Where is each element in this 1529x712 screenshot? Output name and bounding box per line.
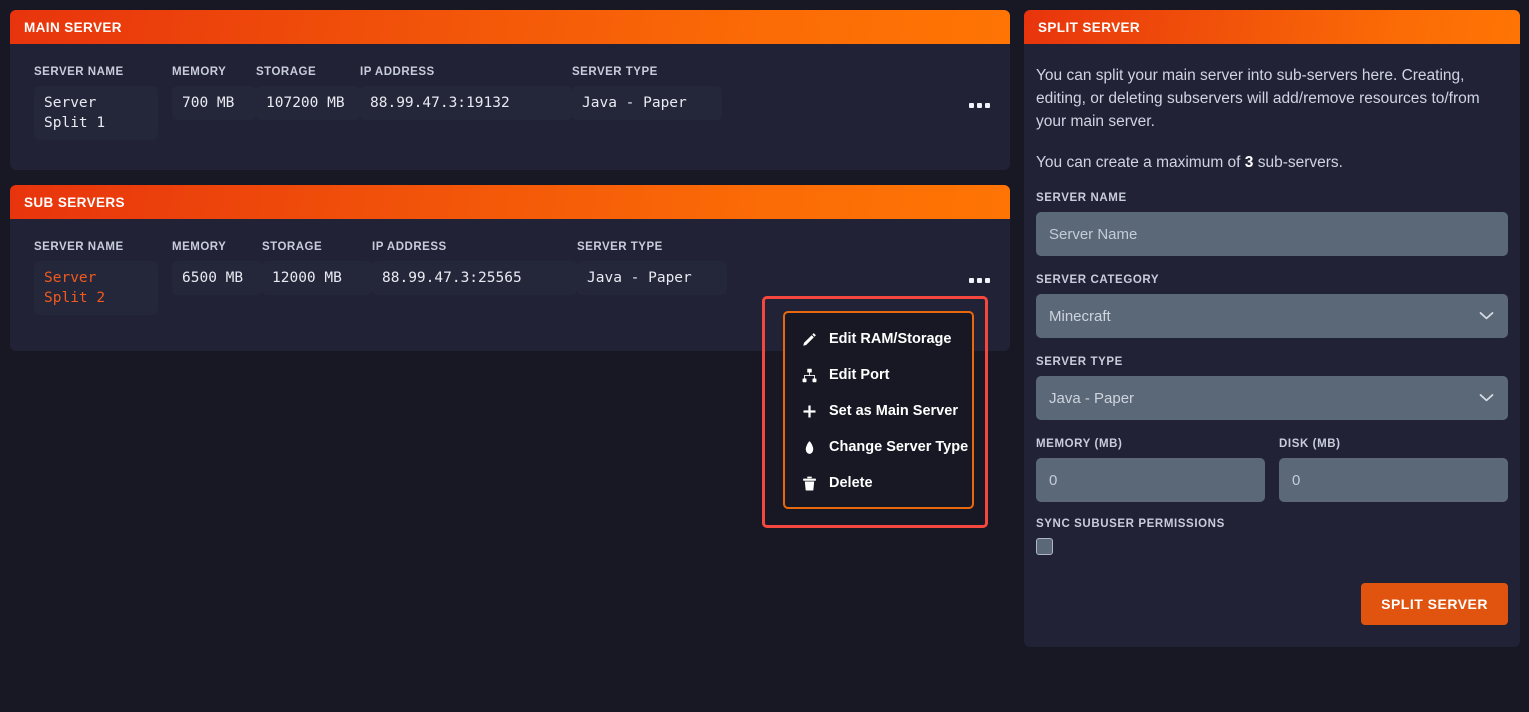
pencil-icon <box>801 331 817 347</box>
column-header-ip-address: IP ADDRESS <box>360 66 572 78</box>
server-type-value: Java - Paper <box>1049 390 1134 407</box>
field-server-name: SERVER NAME Server Name <box>1036 192 1508 256</box>
main-server-type-value: Java - Paper <box>572 86 722 120</box>
main-server-name-column: SERVER NAME Server Split 1 <box>34 66 172 140</box>
split-server-panel-body: You can split your main server into sub-… <box>1024 44 1520 647</box>
field-label-server-name: SERVER NAME <box>1036 192 1508 204</box>
sub-servers-card-header: SUB SERVERS <box>10 185 1010 219</box>
main-server-type-column: SERVER TYPE Java - Paper <box>572 66 722 120</box>
max-note-suffix: sub-servers. <box>1253 154 1343 171</box>
main-server-card: MAIN SERVER SERVER NAME Server Split 1 M… <box>10 10 1010 170</box>
menu-item-label: Delete <box>829 475 873 491</box>
memory-disk-row: MEMORY (MB) 0 DISK (MB) 0 <box>1036 438 1508 502</box>
main-server-card-body: SERVER NAME Server Split 1 MEMORY 700 MB… <box>10 44 1010 170</box>
column-header-storage: STORAGE <box>256 66 360 78</box>
sub-server-storage-value: 12000 MB <box>262 261 372 295</box>
split-server-description: You can split your main server into sub-… <box>1036 64 1508 133</box>
table-row: SERVER NAME Server Split 1 MEMORY 700 MB… <box>34 66 986 140</box>
sub-server-name-value: Server Split 2 <box>34 261 158 315</box>
sub-servers-title: SUB SERVERS <box>24 195 125 210</box>
disk-input[interactable]: 0 <box>1279 458 1508 502</box>
server-type-select[interactable]: Java - Paper <box>1036 376 1508 420</box>
field-label-server-category: SERVER CATEGORY <box>1036 274 1508 286</box>
sub-server-type-value: Java - Paper <box>577 261 727 295</box>
main-server-ip-value: 88.99.47.3:19132 <box>360 86 572 120</box>
field-server-category: SERVER CATEGORY Minecraft <box>1036 274 1508 338</box>
field-label-disk: DISK (MB) <box>1279 438 1508 450</box>
server-category-value: Minecraft <box>1049 308 1111 325</box>
ellipsis-icon <box>977 103 982 108</box>
trash-icon <box>801 475 817 491</box>
menu-item-change-server-type[interactable]: Change Server Type <box>785 429 972 465</box>
split-server-button[interactable]: SPLIT SERVER <box>1361 583 1508 625</box>
field-label-sync-subuser-permissions: SYNC SUBUSER PERMISSIONS <box>1036 518 1508 530</box>
memory-input-placeholder: 0 <box>1049 472 1057 489</box>
sync-subuser-permissions-checkbox[interactable] <box>1036 538 1053 555</box>
sub-server-ip-column: IP ADDRESS 88.99.47.3:25565 <box>372 241 577 295</box>
column-header-server-name: SERVER NAME <box>34 66 172 78</box>
column-header-server-name: SERVER NAME <box>34 241 172 253</box>
egg-icon <box>801 439 817 455</box>
main-server-name-value: Server Split 1 <box>34 86 158 140</box>
table-row: SERVER NAME Server Split 2 MEMORY 6500 M… <box>34 241 986 315</box>
menu-item-delete[interactable]: Delete <box>785 465 972 501</box>
main-server-storage-column: STORAGE 107200 MB <box>256 66 360 120</box>
sub-server-actions-button[interactable] <box>964 269 994 291</box>
split-server-max-note: You can create a maximum of 3 sub-server… <box>1036 151 1508 174</box>
ellipsis-icon <box>969 278 974 283</box>
sub-server-storage-column: STORAGE 12000 MB <box>262 241 372 295</box>
column-header-storage: STORAGE <box>262 241 372 253</box>
sitemap-icon <box>801 367 817 383</box>
menu-item-label: Set as Main Server <box>829 403 958 419</box>
field-memory: MEMORY (MB) 0 <box>1036 438 1265 502</box>
column-header-server-type: SERVER TYPE <box>577 241 727 253</box>
split-server-button-row: SPLIT SERVER <box>1036 583 1508 625</box>
split-server-title: SPLIT SERVER <box>1038 20 1140 35</box>
menu-item-edit-port[interactable]: Edit Port <box>785 357 972 393</box>
menu-item-set-as-main-server[interactable]: Set as Main Server <box>785 393 972 429</box>
chevron-down-icon <box>1479 394 1494 403</box>
field-label-memory: MEMORY (MB) <box>1036 438 1265 450</box>
ellipsis-icon <box>969 103 974 108</box>
field-sync-subuser-permissions: SYNC SUBUSER PERMISSIONS <box>1036 518 1508 555</box>
sub-server-name-column: SERVER NAME Server Split 2 <box>34 241 172 315</box>
field-disk: DISK (MB) 0 <box>1279 438 1508 502</box>
sub-server-memory-column: MEMORY 6500 MB <box>172 241 262 295</box>
ellipsis-icon <box>977 278 982 283</box>
menu-item-edit-ram-storage[interactable]: Edit RAM/Storage <box>785 321 972 357</box>
split-server-panel-header: SPLIT SERVER <box>1024 10 1520 44</box>
field-server-type: SERVER TYPE Java - Paper <box>1036 356 1508 420</box>
plus-icon <box>801 403 817 419</box>
main-server-actions-button[interactable] <box>964 94 994 116</box>
main-server-ip-column: IP ADDRESS 88.99.47.3:19132 <box>360 66 572 120</box>
memory-input[interactable]: 0 <box>1036 458 1265 502</box>
menu-item-label: Edit Port <box>829 367 889 383</box>
column-header-memory: MEMORY <box>172 66 256 78</box>
sub-server-memory-value: 6500 MB <box>172 261 262 295</box>
main-server-storage-value: 107200 MB <box>256 86 360 120</box>
sub-server-ip-value: 88.99.47.3:25565 <box>372 261 577 295</box>
server-actions-context-menu: Edit RAM/Storage Edit Port Set as Main S… <box>783 311 974 509</box>
server-name-input[interactable]: Server Name <box>1036 212 1508 256</box>
main-server-title: MAIN SERVER <box>24 20 122 35</box>
ellipsis-icon <box>985 103 990 108</box>
sub-server-type-column: SERVER TYPE Java - Paper <box>577 241 727 295</box>
menu-item-label: Edit RAM/Storage <box>829 331 951 347</box>
server-name-input-placeholder: Server Name <box>1049 226 1137 243</box>
ellipsis-icon <box>985 278 990 283</box>
app-root: MAIN SERVER SERVER NAME Server Split 1 M… <box>0 0 1529 712</box>
server-category-select[interactable]: Minecraft <box>1036 294 1508 338</box>
main-server-memory-column: MEMORY 700 MB <box>172 66 256 120</box>
max-note-prefix: You can create a maximum of <box>1036 154 1245 171</box>
menu-item-label: Change Server Type <box>829 439 968 455</box>
main-server-memory-value: 700 MB <box>172 86 256 120</box>
chevron-down-icon <box>1479 312 1494 321</box>
main-server-card-header: MAIN SERVER <box>10 10 1010 44</box>
field-label-server-type: SERVER TYPE <box>1036 356 1508 368</box>
column-header-ip-address: IP ADDRESS <box>372 241 577 253</box>
disk-input-placeholder: 0 <box>1292 472 1300 489</box>
split-server-panel: SPLIT SERVER You can split your main ser… <box>1024 10 1520 647</box>
column-header-server-type: SERVER TYPE <box>572 66 722 78</box>
column-header-memory: MEMORY <box>172 241 262 253</box>
